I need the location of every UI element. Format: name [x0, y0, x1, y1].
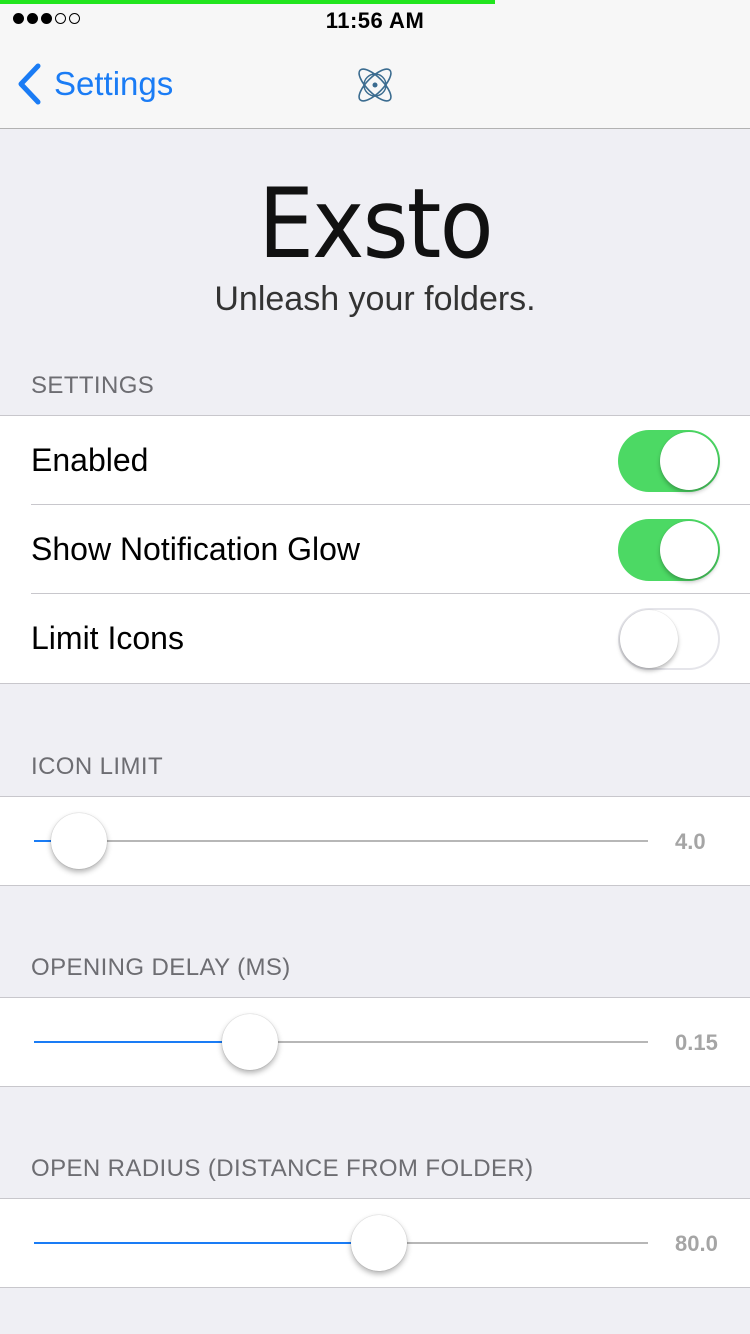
- notification-glow-row: Show Notification Glow: [0, 504, 750, 594]
- tweak-title: Exsto: [258, 168, 493, 280]
- chevron-left-icon: [18, 63, 41, 105]
- opening-delay-section-header: OPENING DELAY (MS): [31, 954, 291, 981]
- enabled-toggle[interactable]: [618, 430, 720, 492]
- opening-delay-group: 0.15: [0, 997, 750, 1087]
- toggle-knob: [660, 432, 718, 490]
- status-time: 11:56 AM: [325, 8, 425, 33]
- enabled-row: Enabled: [0, 416, 750, 505]
- opening-delay-slider-row: 0.15: [0, 998, 750, 1086]
- back-button-label: Settings: [54, 65, 174, 102]
- open-radius-group: 80.0: [0, 1198, 750, 1288]
- tweak-subtitle: Unleash your folders.: [214, 280, 536, 318]
- settings-section-header: SETTINGS: [31, 372, 155, 399]
- enabled-label: Enabled: [31, 442, 149, 478]
- opening-delay-value: 0.15: [675, 1030, 718, 1055]
- notification-glow-label: Show Notification Glow: [31, 531, 361, 567]
- limit-icons-label: Limit Icons: [31, 620, 184, 656]
- navigation-bar: Settings: [0, 40, 750, 129]
- opening-delay-slider[interactable]: [34, 1014, 648, 1070]
- open-radius-value: 80.0: [675, 1231, 718, 1256]
- notification-glow-toggle[interactable]: [618, 519, 720, 581]
- slider-thumb[interactable]: [50, 813, 107, 869]
- limit-icons-toggle[interactable]: [618, 608, 720, 670]
- open-radius-section-header: OPEN RADIUS (DISTANCE FROM FOLDER): [31, 1155, 534, 1182]
- loading-progress-bar: [0, 0, 495, 4]
- icon-limit-group: 4.0: [0, 796, 750, 886]
- status-bar: 11:56 AM: [0, 0, 750, 40]
- icon-limit-section-header: ICON LIMIT: [31, 753, 164, 780]
- icon-limit-slider[interactable]: [34, 813, 648, 869]
- back-button[interactable]: Settings: [16, 62, 173, 106]
- icon-limit-value: 4.0: [675, 829, 706, 854]
- slider-thumb[interactable]: [351, 1215, 408, 1271]
- open-radius-slider-row: 80.0: [0, 1199, 750, 1287]
- icon-limit-slider-row: 4.0: [0, 797, 750, 885]
- settings-group: Enabled Show Notification Glow Limit Ico…: [0, 415, 750, 684]
- toggle-knob: [660, 521, 718, 579]
- slider-fill: [34, 1242, 360, 1244]
- slider-fill: [34, 1041, 231, 1043]
- atom-logo-icon: [358, 68, 392, 102]
- toggle-knob: [620, 610, 678, 668]
- open-radius-slider[interactable]: [34, 1215, 648, 1271]
- slider-thumb[interactable]: [222, 1014, 279, 1070]
- limit-icons-row: Limit Icons: [0, 593, 750, 683]
